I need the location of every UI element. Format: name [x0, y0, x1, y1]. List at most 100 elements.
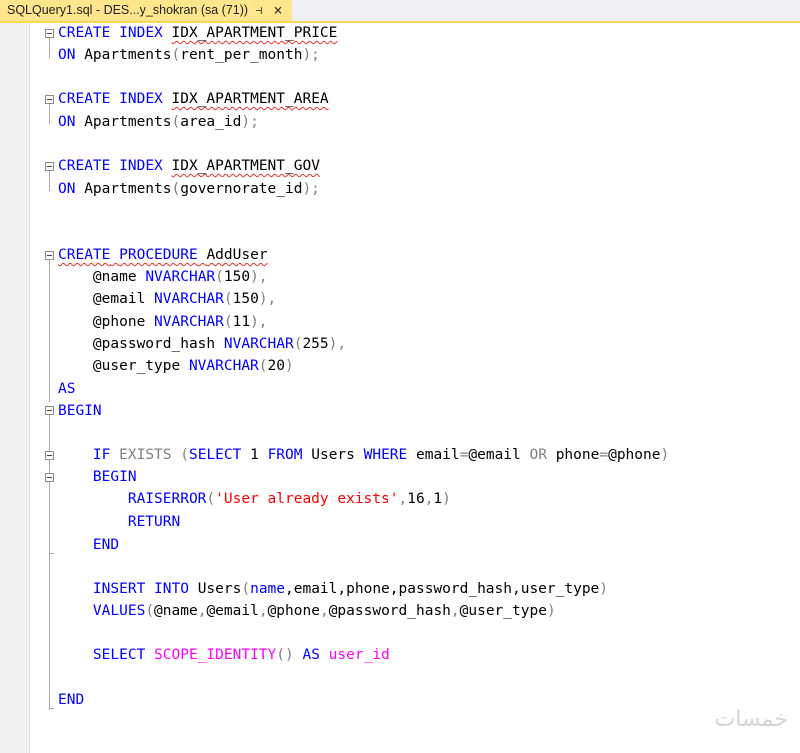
code-line[interactable]: INSERT INTO Users(name,email,phone,passw… [58, 580, 608, 598]
code-line[interactable]: ON Apartments(rent_per_month); [58, 46, 320, 64]
code-token: CREATE [58, 91, 111, 107]
collapse-region-icon[interactable] [45, 95, 54, 104]
code-token: ON [58, 47, 76, 63]
code-token: @phone [608, 447, 661, 463]
code-line[interactable]: SELECT SCOPE_IDENTITY() AS user_id [58, 646, 390, 664]
code-line[interactable]: END [58, 536, 119, 554]
code-token: name [250, 581, 286, 597]
code-line[interactable]: CREATE INDEX IDX_APARTMENT_AREA [58, 90, 329, 108]
code-token: NVARCHAR [223, 336, 294, 352]
code-line[interactable]: @user_type NVARCHAR(20) [58, 357, 294, 375]
code-line[interactable]: CREATE INDEX IDX_APARTMENT_GOV [58, 157, 320, 175]
code-token: @password_hash [58, 336, 224, 352]
code-line[interactable]: ON Apartments(area_id); [58, 113, 259, 131]
code-token: ( [171, 447, 189, 463]
collapse-region-icon[interactable] [45, 162, 54, 171]
code-line[interactable]: BEGIN [58, 402, 102, 420]
outline-guide [49, 38, 50, 58]
code-token: Users [188, 581, 242, 597]
code-line[interactable]: RETURN [58, 513, 180, 531]
code-token: NVARCHAR [188, 358, 259, 374]
code-token: ( [171, 181, 181, 197]
code-token: Apartments [75, 114, 172, 130]
code-token: ) [546, 603, 556, 619]
code-token: NVARCHAR [154, 291, 224, 307]
code-token: 150 [223, 269, 251, 285]
code-line[interactable]: BEGIN [58, 468, 137, 486]
code-token: INDEX [119, 91, 163, 107]
code-token: BEGIN [92, 469, 137, 485]
code-token: area_id [180, 114, 242, 130]
code-line[interactable]: @phone NVARCHAR(11), [58, 313, 268, 331]
code-line[interactable]: CREATE PROCEDURE AddUser [58, 246, 268, 264]
code-token: 11 [232, 314, 251, 330]
outline-guide [49, 104, 50, 124]
code-token: , [319, 603, 329, 619]
code-line[interactable]: END [58, 691, 84, 709]
code-token: ); [241, 114, 259, 130]
code-token: CREATE [58, 247, 111, 263]
editor-margin [0, 23, 29, 753]
outline-guide [49, 260, 50, 402]
pin-icon[interactable]: ⊣ [252, 0, 266, 21]
code-line[interactable]: @email NVARCHAR(150), [58, 290, 276, 308]
code-token: ( [258, 358, 268, 374]
code-token: INTO [154, 581, 189, 597]
code-token: SELECT [92, 647, 146, 663]
code-token: ), [250, 269, 268, 285]
code-token: ( [223, 314, 233, 330]
code-token: Users [302, 447, 364, 463]
code-line[interactable]: ON Apartments(governorate_id); [58, 180, 320, 198]
code-line[interactable]: RAISERROR('User already exists',16,1) [58, 490, 451, 508]
code-token: email [407, 447, 460, 463]
code-token: ) [285, 358, 294, 374]
collapse-region-icon[interactable] [45, 473, 54, 482]
code-token: , [258, 603, 268, 619]
code-token: 1 [433, 491, 443, 507]
code-token: NVARCHAR [145, 269, 216, 285]
code-token: ), [258, 291, 277, 307]
code-token: @password_hash [328, 603, 451, 619]
code-token: 16 [407, 491, 425, 507]
code-line[interactable]: CREATE INDEX IDX_APARTMENT_PRICE [58, 24, 337, 42]
collapse-region-icon[interactable] [45, 29, 54, 38]
collapse-region-icon[interactable] [45, 451, 54, 460]
document-tab[interactable]: SQLQuery1.sql - DES...y_shokran (sa (71)… [0, 0, 292, 21]
code-token: INDEX [119, 158, 163, 174]
code-token: 150 [232, 291, 259, 307]
code-line[interactable]: @password_hash NVARCHAR(255), [58, 335, 346, 353]
code-token: SCOPE_IDENTITY [154, 647, 277, 663]
collapse-region-icon[interactable] [45, 406, 54, 415]
code-token: phone [546, 447, 600, 463]
code-line[interactable]: IF EXISTS (SELECT 1 FROM Users WHERE ema… [58, 446, 669, 464]
code-line[interactable]: VALUES(@name,@email,@phone,@password_has… [58, 602, 556, 620]
code-token: ), [328, 336, 347, 352]
code-token: ) [599, 581, 609, 597]
code-token: NVARCHAR [154, 314, 224, 330]
collapse-region-icon[interactable] [45, 251, 54, 260]
code-token: END [58, 692, 85, 708]
code-token: ), [250, 314, 268, 330]
code-line[interactable]: AS [58, 380, 75, 398]
code-line[interactable]: @name NVARCHAR(150), [58, 268, 268, 286]
code-token: , [398, 491, 408, 507]
close-icon[interactable]: × [271, 0, 285, 21]
code-token: ( [171, 114, 181, 130]
code-token: INSERT [92, 581, 146, 597]
code-token: @email [58, 291, 155, 307]
code-token: FROM [267, 447, 303, 463]
code-token: Apartments [75, 47, 172, 63]
